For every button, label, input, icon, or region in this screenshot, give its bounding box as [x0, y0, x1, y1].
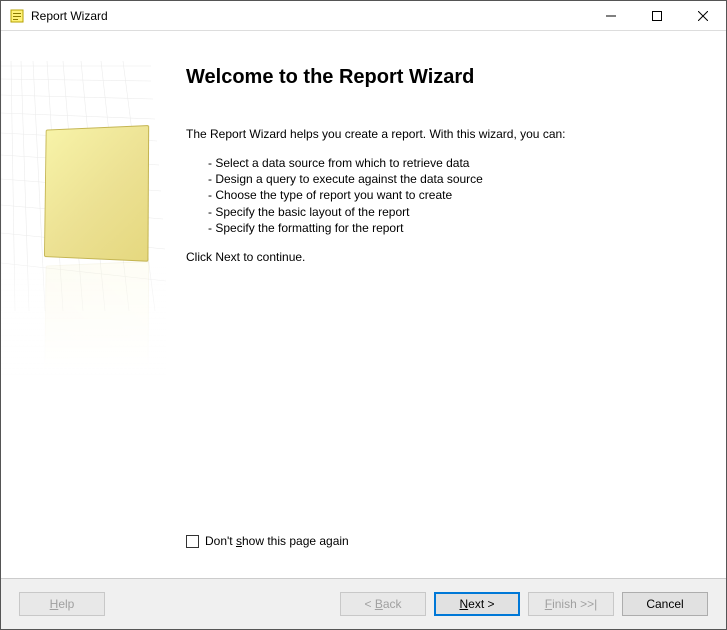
cancel-button[interactable]: Cancel [622, 592, 708, 616]
list-item: Choose the type of report you want to cr… [208, 187, 696, 203]
window-title: Report Wizard [31, 9, 588, 23]
wizard-sidebar-graphic [1, 31, 166, 578]
next-button[interactable]: Next > [434, 592, 520, 616]
back-button[interactable]: < Back [340, 592, 426, 616]
dont-show-checkbox-row[interactable]: Don't show this page again [186, 534, 349, 548]
document-icon [44, 125, 149, 262]
finish-button[interactable]: Finish >>| [528, 592, 614, 616]
feature-list: Select a data source from which to retri… [208, 155, 696, 236]
dont-show-checkbox[interactable] [186, 535, 199, 548]
continue-text: Click Next to continue. [186, 250, 696, 264]
maximize-button[interactable] [634, 1, 680, 30]
page-heading: Welcome to the Report Wizard [186, 66, 696, 89]
wizard-content: Welcome to the Report Wizard The Report … [1, 31, 726, 579]
list-item: Specify the basic layout of the report [208, 204, 696, 220]
wizard-main: Welcome to the Report Wizard The Report … [166, 31, 726, 578]
close-button[interactable] [680, 1, 726, 30]
intro-text: The Report Wizard helps you create a rep… [186, 127, 696, 141]
minimize-button[interactable] [588, 1, 634, 30]
titlebar: Report Wizard [1, 1, 726, 31]
help-button[interactable]: Help [19, 592, 105, 616]
list-item: Select a data source from which to retri… [208, 155, 696, 171]
wizard-footer: Help < Back Next > Finish >>| Cancel [1, 579, 726, 629]
report-wizard-window: Report Wizard [0, 0, 727, 630]
list-item: Specify the formatting for the report [208, 220, 696, 236]
window-controls [588, 1, 726, 30]
dont-show-label: Don't show this page again [205, 534, 349, 548]
app-icon [9, 8, 25, 24]
list-item: Design a query to execute against the da… [208, 171, 696, 187]
